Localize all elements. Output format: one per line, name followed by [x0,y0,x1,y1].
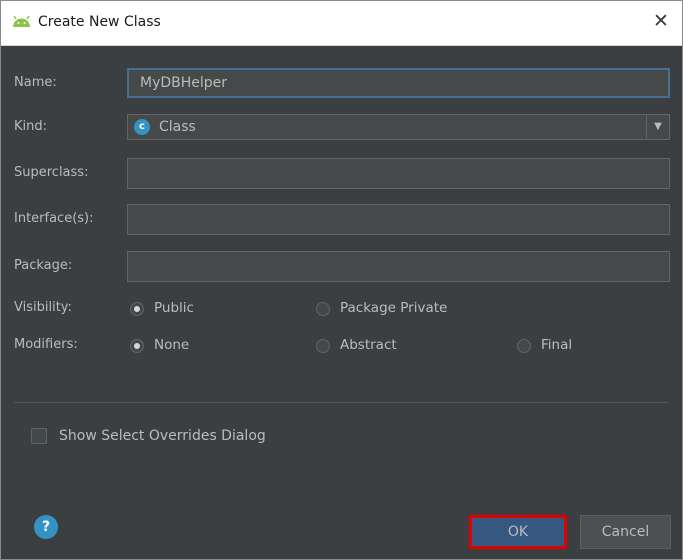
chevron-down-icon[interactable]: ▼ [646,115,669,139]
superclass-label: Superclass: [14,165,89,180]
title-bar[interactable]: Create New Class ✕ [1,1,682,46]
modifier-final-label[interactable]: Final [541,337,572,353]
superclass-input[interactable] [127,158,670,189]
close-icon[interactable]: ✕ [650,10,672,32]
ok-button[interactable]: OK [469,515,567,549]
kind-label: Kind: [14,119,48,134]
separator [14,402,669,403]
kind-selected-value: Class [159,119,196,135]
package-label: Package: [14,258,73,273]
modifier-final-radio[interactable] [517,339,531,353]
visibility-package-private-label[interactable]: Package Private [340,300,447,316]
show-overrides-checkbox[interactable] [31,428,47,444]
dialog-title: Create New Class [38,14,161,30]
modifier-none-radio[interactable] [130,339,144,353]
create-new-class-dialog: Create New Class ✕ Name: MyDBHelper Kind… [0,0,683,560]
dialog-content: Name: MyDBHelper Kind: c Class ▼ Supercl… [1,46,682,559]
modifiers-label: Modifiers: [14,337,78,352]
interfaces-input[interactable] [127,204,670,235]
kind-dropdown[interactable]: c Class ▼ [127,114,670,140]
modifier-abstract-label[interactable]: Abstract [340,337,397,353]
visibility-public-radio[interactable] [130,302,144,316]
name-input[interactable]: MyDBHelper [127,68,670,98]
visibility-package-private-radio[interactable] [316,302,330,316]
visibility-label: Visibility: [14,300,72,315]
class-icon: c [134,119,150,135]
show-overrides-label[interactable]: Show Select Overrides Dialog [59,428,266,444]
interfaces-label: Interface(s): [14,211,94,226]
visibility-public-label[interactable]: Public [154,300,194,316]
package-input[interactable] [127,251,670,282]
name-label: Name: [14,75,57,90]
modifier-abstract-radio[interactable] [316,339,330,353]
help-icon[interactable]: ? [34,515,58,539]
modifier-none-label[interactable]: None [154,337,189,353]
cancel-button[interactable]: Cancel [580,515,671,549]
android-icon [13,15,30,27]
